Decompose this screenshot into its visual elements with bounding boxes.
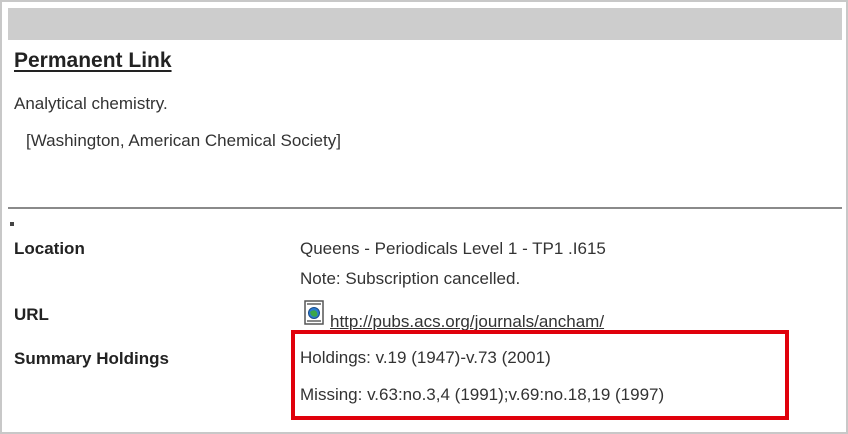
record-publisher: [Washington, American Chemical Society]	[26, 131, 341, 150]
location-value: Queens - Periodicals Level 1 - TP1 .I615	[300, 239, 606, 258]
bullet-marker	[10, 222, 14, 226]
url-link[interactable]: http://pubs.acs.org/journals/ancham/	[330, 312, 604, 331]
missing-value: Missing: v.63:no.3,4 (1991);v.69:no.18,1…	[300, 385, 665, 404]
location-label: Location	[14, 239, 85, 258]
summary-holdings-label: Summary Holdings	[14, 349, 169, 368]
record-panel: Permanent Link Analytical chemistry. [Wa…	[0, 0, 848, 434]
permanent-link[interactable]: Permanent Link	[14, 49, 172, 73]
url-value[interactable]: http://pubs.acs.org/journals/ancham/	[330, 312, 604, 332]
holdings-highlight-box	[291, 330, 789, 420]
header-bar	[8, 8, 842, 40]
section-divider	[8, 207, 842, 209]
record-title: Analytical chemistry.	[14, 94, 168, 113]
holdings-value: Holdings: v.19 (1947)-v.73 (2001)	[300, 348, 551, 367]
location-note: Note: Subscription cancelled.	[300, 269, 521, 288]
url-label: URL	[14, 305, 49, 324]
document-web-icon[interactable]	[304, 300, 326, 326]
